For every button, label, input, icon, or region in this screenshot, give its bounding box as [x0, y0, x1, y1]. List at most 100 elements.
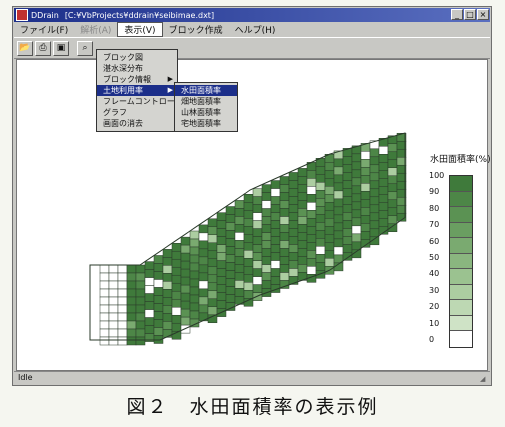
- map-block-cell[interactable]: [216, 284, 227, 293]
- map-block-cell[interactable]: [162, 289, 173, 298]
- map-block-cell[interactable]: [297, 216, 308, 225]
- map-block-cell[interactable]: [297, 184, 308, 193]
- map-block-cell[interactable]: [216, 260, 227, 269]
- map-block-cell[interactable]: [144, 269, 155, 278]
- map-block-cell[interactable]: [234, 272, 245, 281]
- map-block-cell[interactable]: [99, 296, 110, 306]
- map-block-cell[interactable]: [171, 258, 182, 268]
- map-block-cell[interactable]: [216, 276, 227, 285]
- map-block-cell[interactable]: [387, 191, 398, 201]
- map-block-cell[interactable]: [378, 178, 389, 187]
- map-block-cell[interactable]: [171, 306, 182, 316]
- map-block-cell[interactable]: [216, 268, 227, 277]
- map-block-cell[interactable]: [261, 184, 272, 193]
- map-block-cell[interactable]: [144, 301, 155, 310]
- map-block-cell[interactable]: [198, 232, 209, 242]
- map-block-cell[interactable]: [324, 194, 335, 203]
- map-block-cell[interactable]: [324, 258, 335, 267]
- map-block-cell[interactable]: [243, 290, 254, 299]
- map-block-cell[interactable]: [144, 261, 155, 270]
- map-block-cell[interactable]: [333, 182, 344, 192]
- map-block-cell[interactable]: [180, 300, 191, 310]
- map-block-cell[interactable]: [306, 226, 317, 235]
- map-block-cell[interactable]: [306, 202, 317, 211]
- map-block-cell[interactable]: [135, 264, 146, 274]
- map-block-cell[interactable]: [126, 264, 137, 274]
- map-block-cell[interactable]: [288, 212, 299, 221]
- map-block-cell[interactable]: [180, 268, 191, 278]
- map-block-cell[interactable]: [387, 151, 398, 161]
- map-block-cell[interactable]: [135, 328, 146, 338]
- submenu-item-field[interactable]: 畑地面積率: [175, 96, 237, 107]
- map-block-cell[interactable]: [360, 207, 371, 216]
- map-block-cell[interactable]: [333, 206, 344, 216]
- map-block-cell[interactable]: [234, 232, 245, 241]
- map-block-cell[interactable]: [288, 180, 299, 189]
- map-block-cell[interactable]: [297, 224, 308, 233]
- map-block-cell[interactable]: [288, 268, 299, 277]
- map-block-cell[interactable]: [198, 280, 209, 290]
- map-block-cell[interactable]: [387, 159, 398, 169]
- map-block-cell[interactable]: [126, 304, 137, 314]
- map-block-cell[interactable]: [378, 210, 389, 219]
- map-block-cell[interactable]: [225, 238, 236, 247]
- map-block-cell[interactable]: [297, 232, 308, 241]
- map-block-cell[interactable]: [207, 290, 218, 300]
- map-block-cell[interactable]: [243, 218, 254, 227]
- map-block-cell[interactable]: [351, 201, 362, 211]
- map-block-cell[interactable]: [315, 262, 326, 271]
- map-block-cell[interactable]: [261, 280, 272, 289]
- map-block-cell[interactable]: [117, 296, 128, 306]
- map-block-cell[interactable]: [279, 184, 290, 193]
- map-block-cell[interactable]: [171, 290, 182, 300]
- map-block-cell[interactable]: [252, 204, 263, 213]
- map-block-cell[interactable]: [270, 268, 281, 277]
- map-block-cell[interactable]: [351, 209, 362, 219]
- map-block-cell[interactable]: [180, 260, 191, 270]
- map-block-cell[interactable]: [117, 336, 128, 346]
- map-block-cell[interactable]: [387, 207, 398, 217]
- map-block-cell[interactable]: [144, 293, 155, 302]
- map-block-cell[interactable]: [369, 180, 380, 190]
- map-block-cell[interactable]: [126, 288, 137, 298]
- map-block-cell[interactable]: [324, 210, 335, 219]
- map-block-cell[interactable]: [225, 254, 236, 263]
- map-block-cell[interactable]: [360, 231, 371, 240]
- map-block-cell[interactable]: [387, 143, 398, 153]
- map-block-cell[interactable]: [279, 240, 290, 249]
- map-block-cell[interactable]: [333, 230, 344, 240]
- map-block-cell[interactable]: [360, 223, 371, 232]
- map-block-cell[interactable]: [252, 276, 263, 285]
- map-block-cell[interactable]: [324, 226, 335, 235]
- map-block-cell[interactable]: [270, 220, 281, 229]
- menu-item-block-info[interactable]: ブロック情報 ▶: [97, 74, 177, 85]
- map-block-cell[interactable]: [378, 146, 389, 155]
- map-block-cell[interactable]: [198, 240, 209, 250]
- map-block-cell[interactable]: [162, 265, 173, 274]
- map-block-cell[interactable]: [162, 297, 173, 306]
- map-block-cell[interactable]: [198, 248, 209, 258]
- map-block-cell[interactable]: [288, 196, 299, 205]
- map-block-cell[interactable]: [333, 190, 344, 200]
- map-block-cell[interactable]: [306, 266, 317, 275]
- map-block-cell[interactable]: [216, 228, 227, 237]
- map-block-cell[interactable]: [108, 312, 119, 322]
- map-block-cell[interactable]: [189, 302, 200, 312]
- map-block-cell[interactable]: [153, 303, 164, 312]
- submenu-item-paddy[interactable]: 水田面積率: [175, 85, 237, 96]
- map-block-cell[interactable]: [117, 312, 128, 322]
- map-block-cell[interactable]: [162, 321, 173, 330]
- map-block-cell[interactable]: [342, 188, 353, 197]
- map-block-cell[interactable]: [99, 280, 110, 290]
- map-block-cell[interactable]: [135, 320, 146, 330]
- map-block-cell[interactable]: [189, 294, 200, 304]
- map-block-cell[interactable]: [153, 311, 164, 320]
- map-block-cell[interactable]: [324, 170, 335, 179]
- map-block-cell[interactable]: [252, 244, 263, 253]
- map-block-cell[interactable]: [135, 272, 146, 282]
- map-block-cell[interactable]: [216, 236, 227, 245]
- map-block-cell[interactable]: [333, 198, 344, 208]
- map-block-cell[interactable]: [360, 183, 371, 192]
- map-block-cell[interactable]: [198, 312, 209, 322]
- map-block-cell[interactable]: [315, 190, 326, 199]
